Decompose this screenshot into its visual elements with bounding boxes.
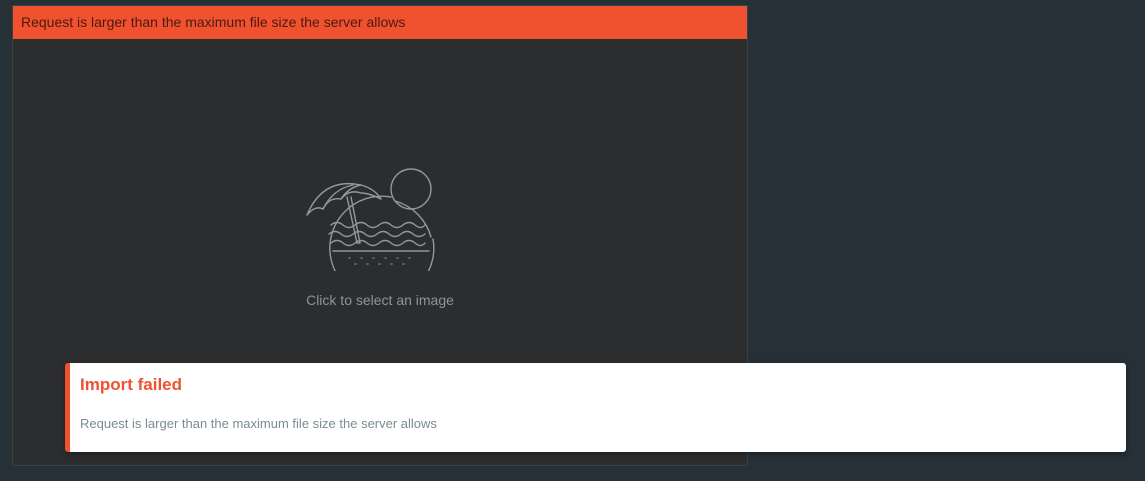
notification-message: Request is larger than the maximum file … bbox=[80, 416, 437, 431]
upload-error-banner: Request is larger than the maximum file … bbox=[13, 6, 747, 39]
beach-umbrella-sun-icon bbox=[303, 159, 439, 271]
notification-title: Import failed bbox=[80, 375, 183, 394]
import-error-notification[interactable]: Import failed Request is larger than the… bbox=[65, 363, 1126, 452]
page: Request is larger than the maximum file … bbox=[0, 0, 1145, 481]
image-dropzone[interactable]: Click to select an image bbox=[13, 39, 747, 365]
select-image-hint[interactable]: Click to select an image bbox=[13, 292, 747, 308]
